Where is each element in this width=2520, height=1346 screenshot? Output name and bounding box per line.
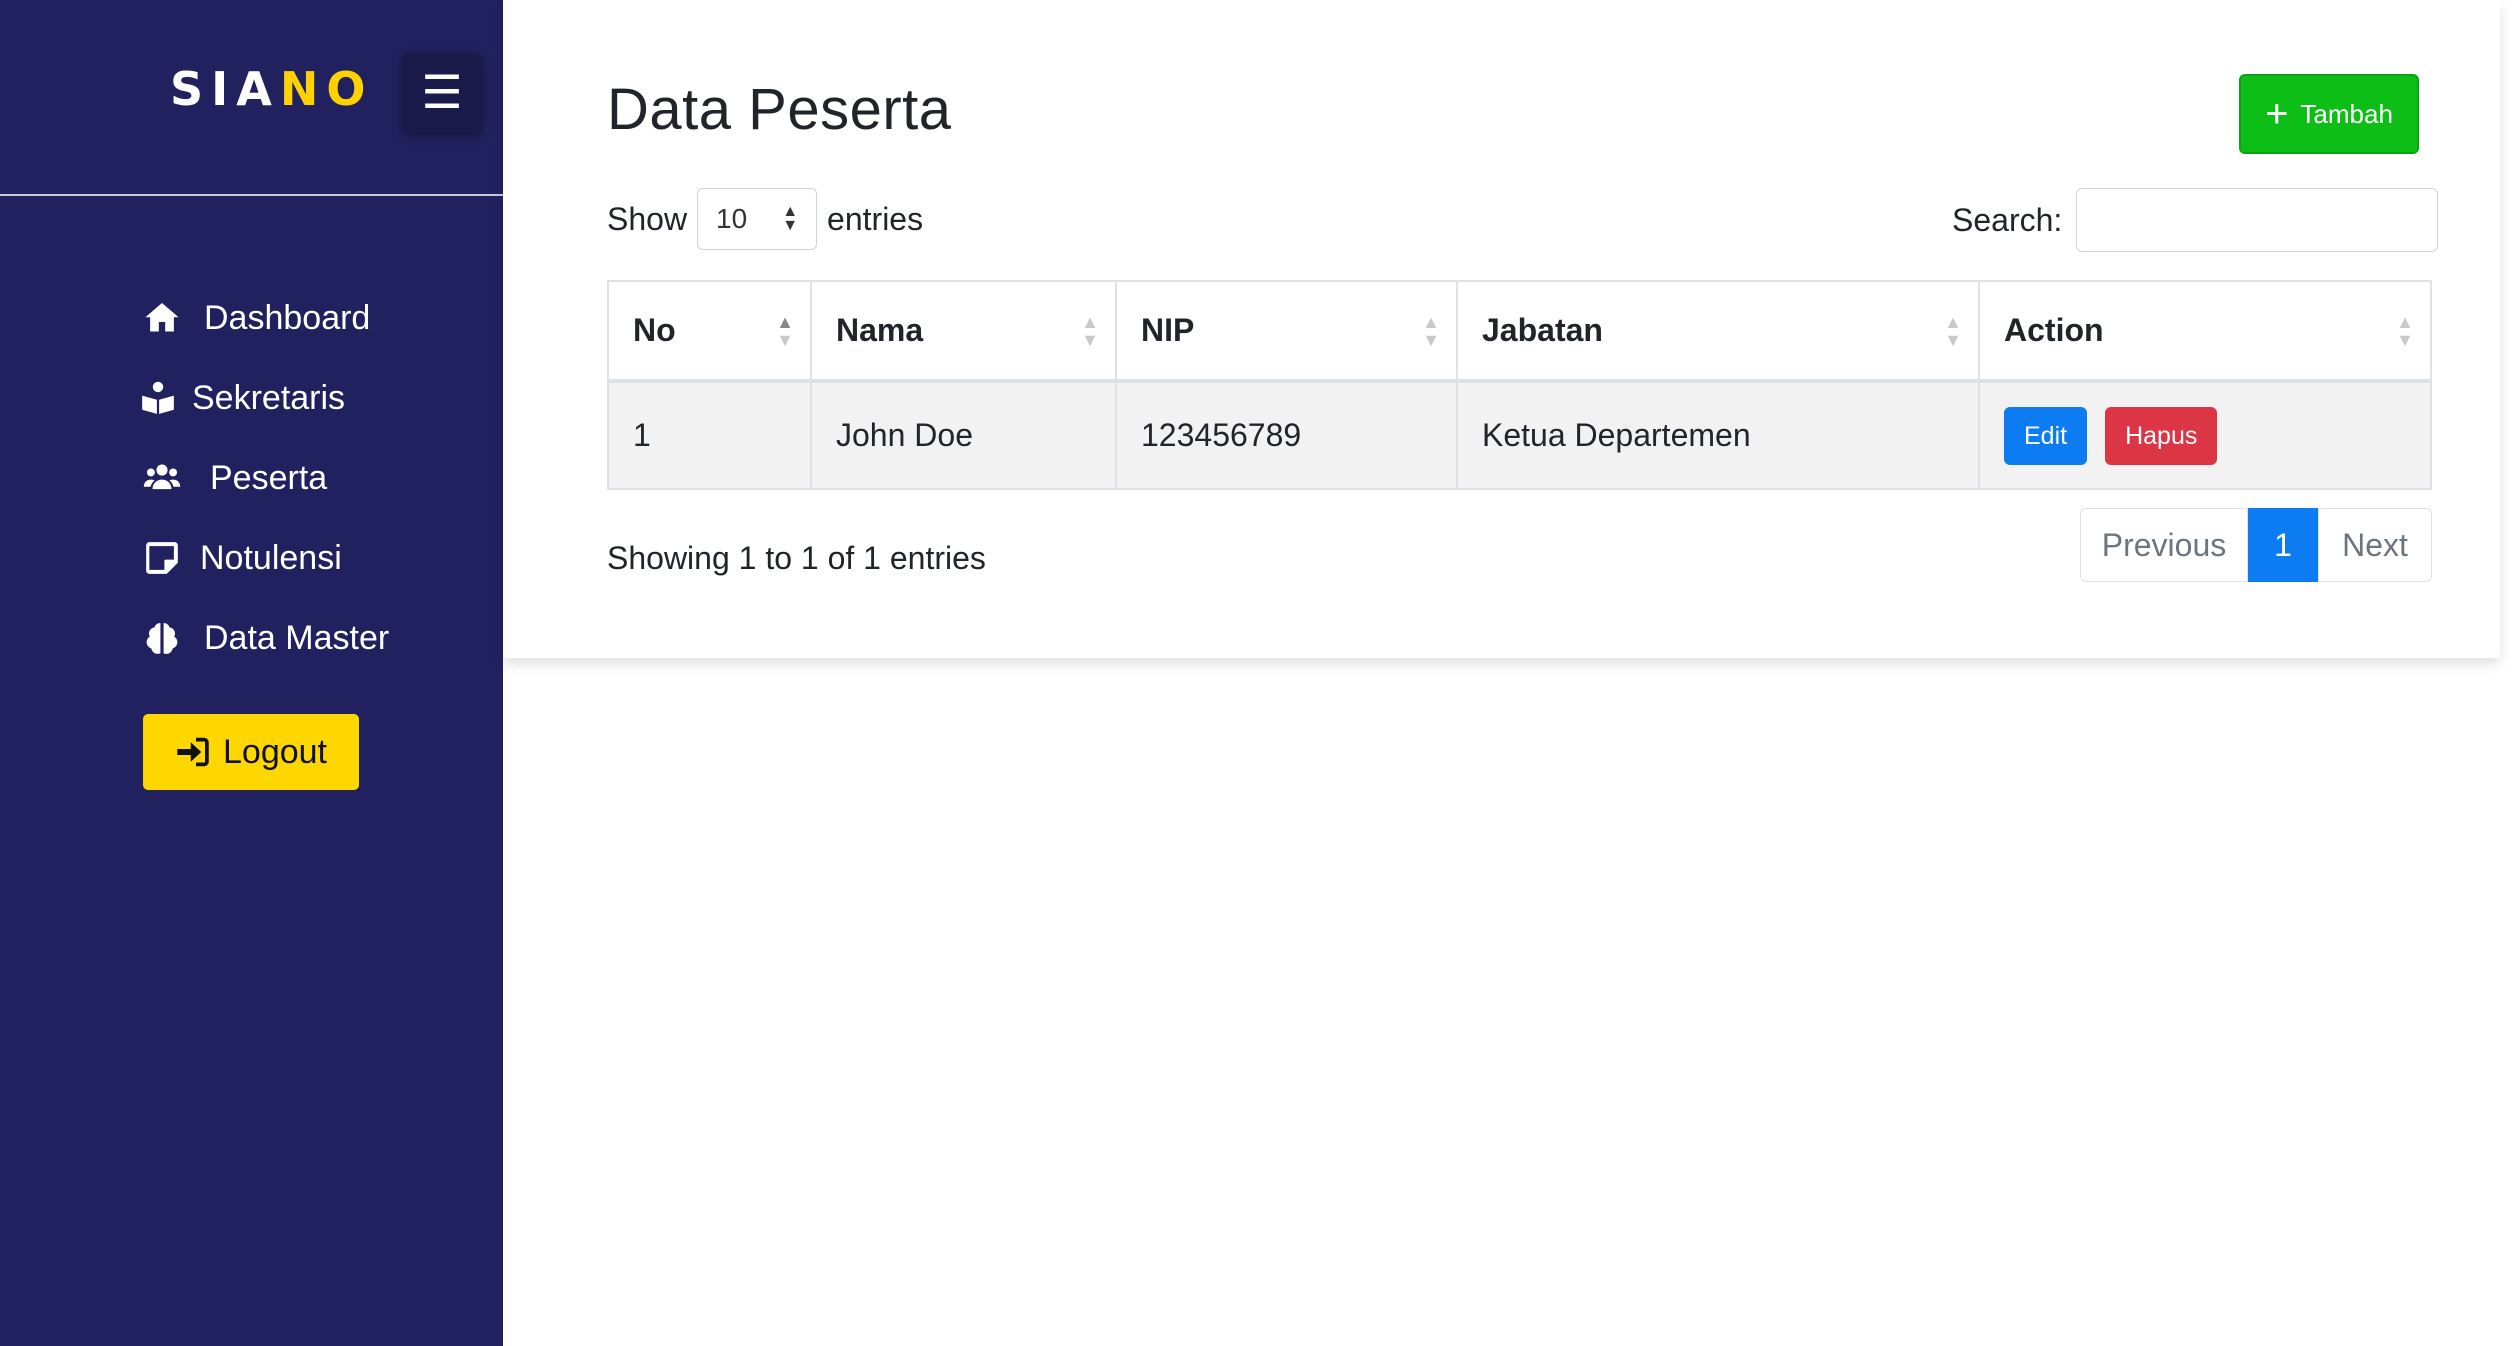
column-header-label: Action [2004, 312, 2104, 348]
cell-action: Edit Hapus [1978, 380, 2432, 490]
add-button[interactable]: + Tambah [2239, 74, 2419, 154]
entries-select[interactable]: 10 ▲ ▼ [697, 188, 818, 250]
home-icon [142, 298, 182, 338]
cell-no: 1 [607, 380, 812, 490]
sidebar-item-dashboard[interactable]: Dashboard [142, 278, 389, 358]
sort-icon: ▲ ▼ [2396, 311, 2414, 350]
menu-toggle-button[interactable]: ☰ [402, 52, 482, 132]
search-control: Search: [1952, 188, 2439, 252]
column-header-nip[interactable]: NIP ▲ ▼ [1115, 280, 1458, 383]
brand-logo[interactable]: SIANO [170, 62, 373, 116]
page-title: Data Peserta [607, 77, 952, 142]
sort-icon: ▲ ▼ [776, 311, 794, 350]
add-button-label: Tambah [2300, 98, 2393, 129]
pagination-next-button[interactable]: Next [2318, 508, 2432, 582]
peserta-table: No ▲ ▼ Nama ▲ ▼ NIP ▲ ▼ Jabatan ▲ ▼ Acti… [607, 280, 2432, 490]
delete-button[interactable]: Hapus [2105, 406, 2218, 465]
sidebar-item-label: Notulensi [200, 538, 342, 577]
sidebar-item-label: Peserta [210, 458, 328, 497]
brand-text-primary: SIA [170, 62, 280, 116]
cell-nip: 123456789 [1115, 380, 1458, 490]
sidebar-item-sekretaris[interactable]: Sekretaris [138, 358, 389, 438]
cell-jabatan: Ketua Departemen [1456, 380, 1980, 490]
select-caret-icon: ▲ ▼ [782, 202, 799, 234]
sidebar-nav: Dashboard Sekretaris Peserta Notulensi D… [142, 278, 389, 678]
data-table-wrapper: No ▲ ▼ Nama ▲ ▼ NIP ▲ ▼ Jabatan ▲ ▼ Acti… [607, 280, 2432, 490]
users-icon [142, 458, 182, 498]
search-input[interactable] [2076, 188, 2439, 252]
sort-icon: ▲ ▼ [1081, 311, 1099, 350]
column-header-label: No [633, 312, 676, 348]
entries-label: entries [827, 200, 924, 237]
user-book-icon [138, 378, 178, 418]
column-header-jabatan[interactable]: Jabatan ▲ ▼ [1456, 280, 1980, 383]
sidebar-item-label: Data Master [204, 618, 390, 657]
logout-button[interactable]: Logout [143, 714, 359, 790]
sidebar-divider [0, 194, 503, 196]
pagination-previous-button[interactable]: Previous [2080, 508, 2248, 582]
column-header-nama[interactable]: Nama ▲ ▼ [810, 280, 1117, 383]
column-header-no[interactable]: No ▲ ▼ [607, 280, 812, 383]
pagination: Previous 1 Next [2080, 508, 2432, 582]
logout-label: Logout [223, 732, 327, 771]
brand-text-accent: NO [279, 62, 374, 116]
sidebar-item-label: Sekretaris [192, 378, 346, 417]
sidebar-item-peserta[interactable]: Peserta [142, 438, 389, 518]
brain-icon [142, 618, 182, 658]
edit-button[interactable]: Edit [2004, 406, 2088, 465]
plus-icon: + [2265, 92, 2289, 136]
column-header-action[interactable]: Action ▲ ▼ [1978, 280, 2432, 383]
table-header-row: No ▲ ▼ Nama ▲ ▼ NIP ▲ ▼ Jabatan ▲ ▼ Acti… [607, 280, 2432, 383]
entries-select-value: 10 [716, 203, 748, 234]
sidebar-item-label: Dashboard [204, 298, 371, 337]
table-info: Showing 1 to 1 of 1 entries [607, 540, 986, 576]
hamburger-icon: ☰ [421, 66, 463, 118]
column-header-label: Nama [836, 312, 924, 348]
show-label: Show [607, 200, 688, 237]
sign-in-icon [177, 737, 209, 767]
sidebar: SIANO ☰ Dashboard Sekretaris Peserta Not… [0, 0, 503, 1346]
entries-length-control: Show 10 ▲ ▼ entries [607, 188, 923, 250]
content-card: Data Peserta + Tambah Show 10 ▲ ▼ entries… [503, 0, 2500, 658]
sort-icon: ▲ ▼ [1944, 311, 1962, 350]
cell-nama: John Doe [810, 380, 1117, 490]
table-row: 1 John Doe 123456789 Ketua Departemen Ed… [607, 380, 2432, 490]
pagination-page-button[interactable]: 1 [2248, 508, 2318, 582]
column-header-label: Jabatan [1482, 312, 1603, 348]
sort-icon: ▲ ▼ [1422, 311, 1440, 350]
sidebar-item-data-master[interactable]: Data Master [142, 598, 389, 678]
search-label: Search: [1952, 201, 2063, 238]
column-header-label: NIP [1141, 312, 1195, 348]
sidebar-item-notulensi[interactable]: Notulensi [142, 518, 389, 598]
note-icon [142, 538, 182, 578]
